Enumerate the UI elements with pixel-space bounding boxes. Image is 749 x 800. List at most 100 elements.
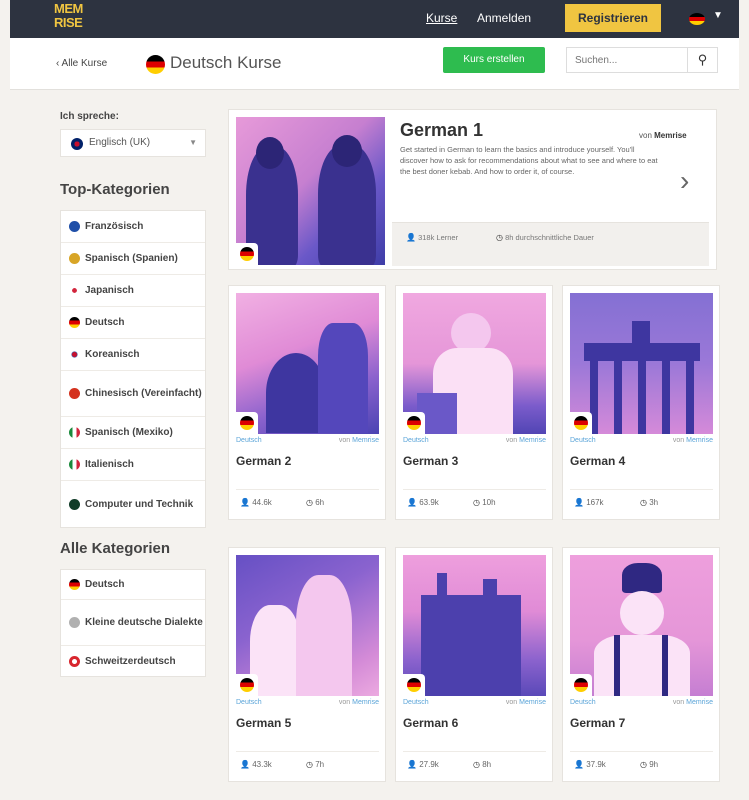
course-title: German 5: [236, 716, 292, 730]
all-categories-heading: Alle Kategorien: [60, 540, 171, 557]
course-stats: 👤 43.3k ◷ 7h: [236, 751, 379, 777]
course-stats: 👤 27.9k ◷ 8h: [403, 751, 546, 777]
person-icon: 👤: [240, 498, 250, 507]
search-box: ⚲: [566, 47, 718, 73]
course-card[interactable]: Deutsch von Memrise German 5 👤 43.3k ◷ 7h: [228, 547, 386, 782]
course-title: German 7: [570, 716, 626, 730]
course-header: ‹ Alle Kurse Deutsch Kurse Kurs erstelle…: [10, 38, 739, 90]
german-flag-icon: [570, 412, 592, 434]
course-stats: 👤 44.6k ◷ 6h: [236, 489, 379, 515]
course-title[interactable]: German 1: [400, 120, 483, 141]
page-title: Deutsch Kurse: [170, 53, 282, 72]
course-image: [570, 293, 713, 434]
duration-stat: ◷ 6h: [306, 498, 325, 507]
mexican-flag-icon: [69, 427, 80, 438]
duration-stat: ◷ 7h: [306, 760, 325, 769]
learners-stat: 👤 37.9k: [574, 760, 606, 769]
course-image: [403, 293, 546, 434]
korean-flag-icon: [69, 349, 80, 360]
duration-stat: ◷ 10h: [473, 498, 496, 507]
category-item[interactable]: Chinesisch (Vereinfacht): [61, 371, 205, 417]
japanese-flag-icon: [69, 285, 80, 296]
course-category: Deutsch: [236, 699, 262, 706]
featured-course-card[interactable]: German 1 von Memrise Get started in Germ…: [228, 109, 717, 270]
learners-stat: 👤 44.6k: [240, 498, 272, 507]
clock-icon: ◷: [640, 498, 647, 507]
swiss-flag-icon: [69, 655, 80, 667]
language-select-value: Englisch (UK): [89, 137, 151, 148]
back-to-all-courses-link[interactable]: ‹ Alle Kurse: [56, 58, 107, 69]
nav-kurse-link[interactable]: Kurse: [426, 11, 457, 25]
category-item[interactable]: Französisch: [61, 211, 205, 243]
clock-icon: ◷: [473, 760, 480, 769]
category-label: Schweitzerdeutsch: [85, 655, 176, 667]
course-title: German 3: [403, 454, 459, 468]
course-card[interactable]: Deutsch von Memrise German 7 👤 37.9k ◷ 9h: [562, 547, 720, 782]
category-item[interactable]: Schweitzerdeutsch: [61, 646, 205, 676]
clock-icon: ◷: [306, 760, 313, 769]
german-flag-icon: [69, 579, 80, 590]
duration-stat: ◷ 8h: [473, 760, 492, 769]
course-image: [236, 293, 379, 434]
category-label: Japanisch: [85, 285, 134, 296]
chevron-down-icon[interactable]: ▼: [713, 10, 723, 21]
course-card[interactable]: Deutsch von Memrise German 4 👤 167k ◷ 3h: [562, 285, 720, 520]
category-item[interactable]: Japanisch: [61, 275, 205, 307]
learners-stat: 👤 318k Lerner: [406, 233, 459, 242]
clock-icon: ◷: [496, 233, 503, 242]
search-icon[interactable]: ⚲: [687, 48, 717, 72]
uk-flag-icon: [71, 138, 83, 150]
course-card[interactable]: Deutsch von Memrise German 3 👤 63.9k ◷ 10h: [395, 285, 553, 520]
dialect-icon: [69, 617, 80, 628]
chevron-down-icon: ▼: [189, 138, 197, 147]
memrise-logo[interactable]: MEM RISE: [54, 2, 94, 34]
german-flag-icon[interactable]: [689, 13, 705, 25]
course-card[interactable]: Deutsch von Memrise German 2 👤 44.6k ◷ 6h: [228, 285, 386, 520]
category-item[interactable]: Deutsch: [61, 307, 205, 339]
course-category: Deutsch: [403, 699, 429, 706]
duration-stat: ◷ 9h: [640, 760, 659, 769]
category-item[interactable]: Kleine deutsche Dialekte: [61, 600, 205, 646]
spanish-flag-icon: [69, 253, 80, 264]
category-item[interactable]: Spanisch (Mexiko): [61, 417, 205, 449]
category-item[interactable]: Spanisch (Spanien): [61, 243, 205, 275]
course-image: [236, 117, 385, 265]
create-course-button[interactable]: Kurs erstellen: [443, 47, 545, 73]
category-item[interactable]: Italienisch: [61, 449, 205, 481]
duration-stat: ◷ 3h: [640, 498, 659, 507]
category-item[interactable]: Computer und Technik: [61, 481, 205, 527]
category-label: Koreanisch: [85, 349, 140, 360]
category-label: Computer und Technik: [85, 498, 194, 510]
language-label: Ich spreche:: [60, 111, 119, 122]
language-select[interactable]: Englisch (UK) ▼: [60, 129, 206, 157]
top-navbar: MEM RISE Kurse Anmelden Registrieren ▼: [10, 0, 739, 38]
course-stats: 👤 63.9k ◷ 10h: [403, 489, 546, 515]
register-button[interactable]: Registrieren: [565, 4, 661, 32]
german-flag-icon: [146, 55, 165, 74]
course-title: German 6: [403, 716, 459, 730]
italian-flag-icon: [69, 459, 80, 470]
german-flag-icon: [236, 243, 258, 265]
course-stats: 👤 318k Lerner ◷ 8h durchschnittliche Dau…: [392, 222, 709, 266]
top-categories-list: Französisch Spanisch (Spanien) Japanisch…: [60, 210, 206, 528]
category-item[interactable]: Koreanisch: [61, 339, 205, 371]
german-flag-icon: [403, 674, 425, 696]
duration-stat: ◷ 8h durchschnittliche Dauer: [496, 233, 594, 242]
top-categories-heading: Top-Kategorien: [60, 181, 170, 198]
chevron-right-icon[interactable]: ›: [680, 165, 689, 197]
course-category: Deutsch: [403, 437, 429, 444]
all-categories-list: Deutsch Kleine deutsche Dialekte Schweit…: [60, 569, 206, 677]
category-item[interactable]: Deutsch: [61, 570, 205, 600]
learners-stat: 👤 63.9k: [407, 498, 439, 507]
computer-icon: [69, 498, 80, 510]
learners-stat: 👤 167k: [574, 498, 604, 507]
category-label: Spanisch (Spanien): [85, 253, 178, 264]
course-card[interactable]: Deutsch von Memrise German 6 👤 27.9k ◷ 8h: [395, 547, 553, 782]
person-icon: 👤: [574, 498, 584, 507]
course-category: Deutsch: [570, 437, 596, 444]
nav-anmelden-link[interactable]: Anmelden: [477, 11, 531, 25]
search-input[interactable]: [567, 48, 685, 72]
course-author: von Memrise: [639, 131, 687, 140]
course-description: Get started in German to learn the basic…: [400, 145, 658, 176]
category-label: Deutsch: [85, 579, 125, 590]
